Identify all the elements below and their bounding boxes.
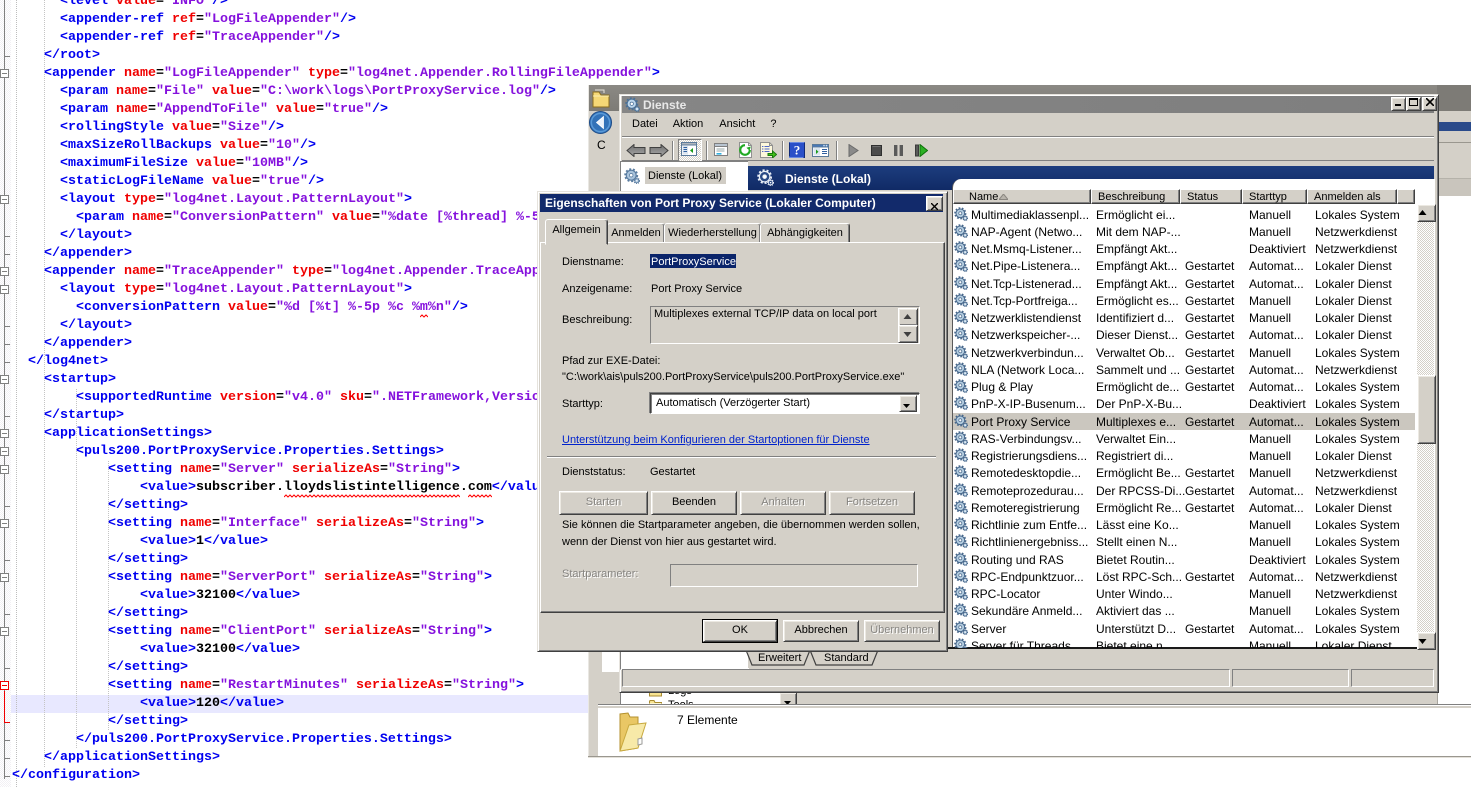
svg-text:?: ?: [794, 143, 801, 158]
